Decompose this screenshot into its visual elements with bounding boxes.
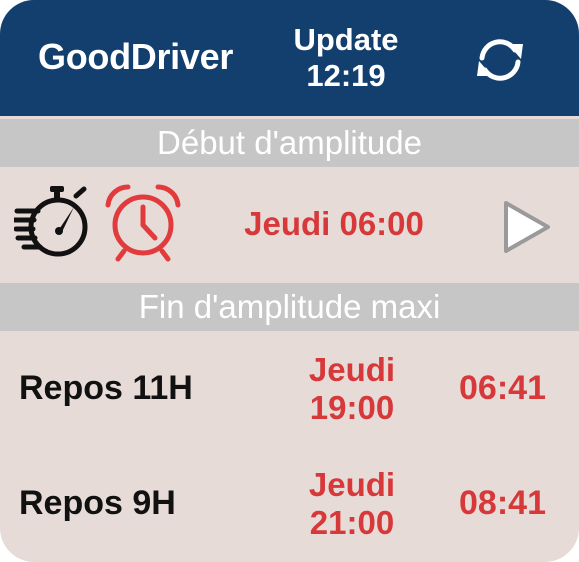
update-time: 12:19 <box>306 58 386 93</box>
alarm-clock-icon <box>105 184 181 262</box>
rest-remaining: 08:41 <box>459 484 546 522</box>
rest-row-11h: Repos 11H Jeudi 19:00 06:41 <box>0 333 579 443</box>
rest-end-datetime: Jeudi 21:00 <box>272 466 432 542</box>
stopwatch-icon <box>14 186 88 257</box>
update-label: Update <box>293 22 399 57</box>
rest-row-9h: Repos 9H Jeudi 21:00 08:41 <box>0 448 579 558</box>
app-title: GoodDriver <box>38 36 234 77</box>
rest-end-datetime: Jeudi 19:00 <box>272 351 432 427</box>
rest-remaining: 06:41 <box>459 369 546 407</box>
refresh-icon <box>477 39 523 81</box>
start-time-value: Jeudi 06:00 <box>244 205 424 242</box>
header-bar: GoodDriver Update 12:19 <box>0 0 579 116</box>
rest-label: Repos 11H <box>19 369 193 407</box>
gooddriver-widget: GoodDriver Update 12:19 Début d'amplitud… <box>0 0 579 562</box>
rest-end-day: Jeudi <box>308 466 396 503</box>
end-section-header: Fin d'amplitude maxi <box>0 283 579 331</box>
rest-end-time: 19:00 <box>309 389 395 426</box>
rest-end-day: Jeudi <box>308 351 396 388</box>
start-row: Jeudi 06:00 <box>0 167 579 281</box>
refresh-button[interactable] <box>470 30 530 90</box>
update-status: Update 12:19 <box>246 22 446 94</box>
play-icon[interactable] <box>496 197 556 257</box>
rest-label: Repos 9H <box>19 484 176 522</box>
rest-end-time: 21:00 <box>309 504 395 541</box>
start-section-header: Début d'amplitude <box>0 119 579 167</box>
